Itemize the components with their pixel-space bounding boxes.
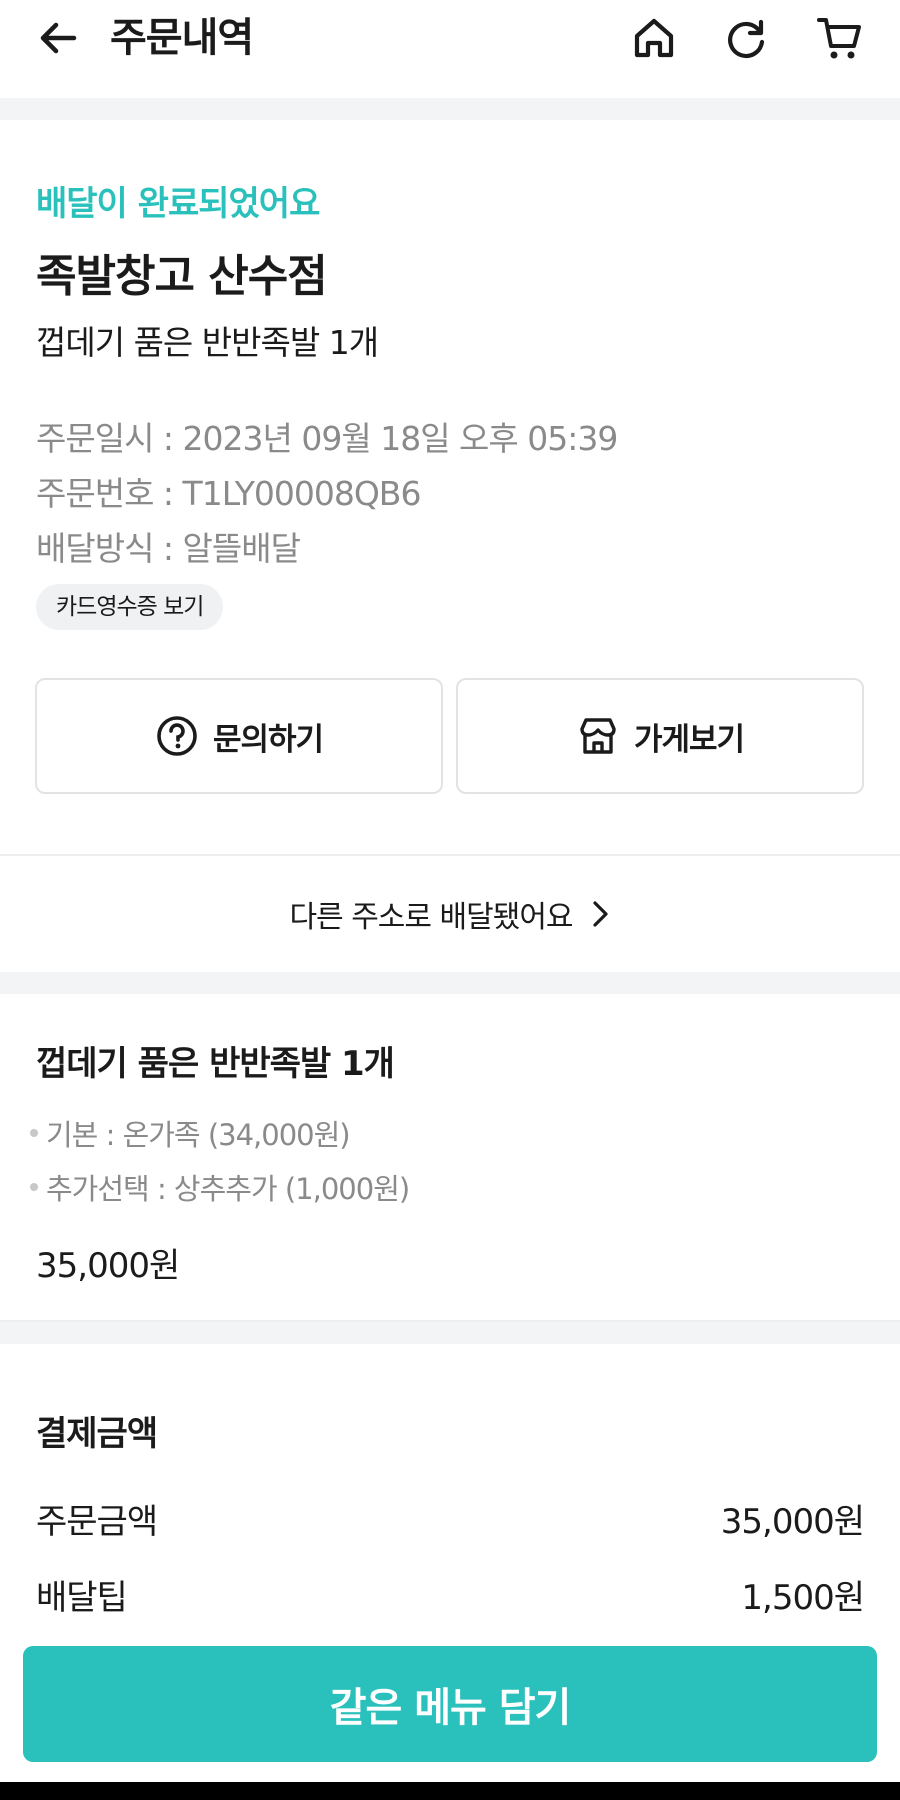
card-receipt-button[interactable]: 카드영수증 보기 (36, 584, 224, 630)
home-icon (634, 18, 674, 58)
menu-summary: 껍데기 품은 반반족발 1개 (36, 323, 379, 362)
payment-row-label: 배달팁 (36, 1578, 128, 1618)
section-gap (0, 1322, 900, 1344)
inquiry-label: 문의하기 (212, 721, 324, 758)
arrow-left-icon (40, 22, 77, 54)
store-icon (580, 718, 616, 754)
item-name: 껍데기 품은 반반족발 1개 (36, 1044, 395, 1084)
refresh-button[interactable] (718, 10, 774, 66)
bullet-dot (30, 1183, 38, 1191)
order-number: 주문번호 : T1LY00008QB6 (36, 474, 421, 513)
refresh-icon (728, 19, 765, 59)
page-title: 주문내역 (110, 15, 254, 61)
system-nav-bar (0, 1782, 900, 1800)
question-circle-icon (157, 716, 197, 756)
payment-row-label: 주문금액 (36, 1502, 158, 1542)
payment-title: 결제금액 (36, 1414, 158, 1454)
address-notice-label: 다른 주소로 배달됐어요 (289, 900, 573, 935)
top-app-bar: 주문내역 (0, 0, 900, 98)
bullet-dot (30, 1129, 38, 1137)
payment-row-value: 35,000원 (720, 1502, 865, 1542)
item-option: 추가선택 : 상추추가 (1,000원) (30, 1166, 410, 1208)
item-option: 기본 : 온가족 (34,000원) (30, 1112, 351, 1154)
payment-row-delivery-tip: 배달팁 1,500원 (36, 1570, 865, 1619)
delivery-status: 배달이 완료되었어요 (36, 184, 320, 224)
store-view-button[interactable]: 가게보기 (456, 678, 864, 794)
payment-row-order-amount: 주문금액 35,000원 (36, 1494, 865, 1543)
section-gap (0, 972, 900, 994)
cart-button[interactable] (812, 10, 868, 66)
payment-row-value: 1,500원 (741, 1578, 865, 1618)
item-option-text: 기본 : 온가족 (34,000원) (46, 1118, 351, 1152)
order-datetime: 주문일시 : 2023년 09월 18일 오후 05:39 (36, 419, 618, 458)
inquiry-button[interactable]: 문의하기 (35, 678, 443, 794)
store-view-label: 가게보기 (633, 721, 745, 758)
cart-icon (817, 18, 861, 59)
add-same-menu-button[interactable]: 같은 메뉴 담기 (23, 1646, 877, 1762)
item-price: 35,000원 (36, 1246, 180, 1286)
item-option-text: 추가선택 : 상추추가 (1,000원) (46, 1172, 410, 1206)
delivery-method: 배달방식 : 알뜰배달 (36, 529, 301, 568)
chevron-right-icon (592, 901, 608, 927)
section-gap (0, 98, 900, 120)
store-name: 족발창고 산수점 (36, 251, 328, 302)
home-button[interactable] (626, 10, 682, 66)
back-button[interactable] (32, 12, 84, 64)
address-notice-link[interactable]: 다른 주소로 배달됐어요 (0, 856, 900, 972)
